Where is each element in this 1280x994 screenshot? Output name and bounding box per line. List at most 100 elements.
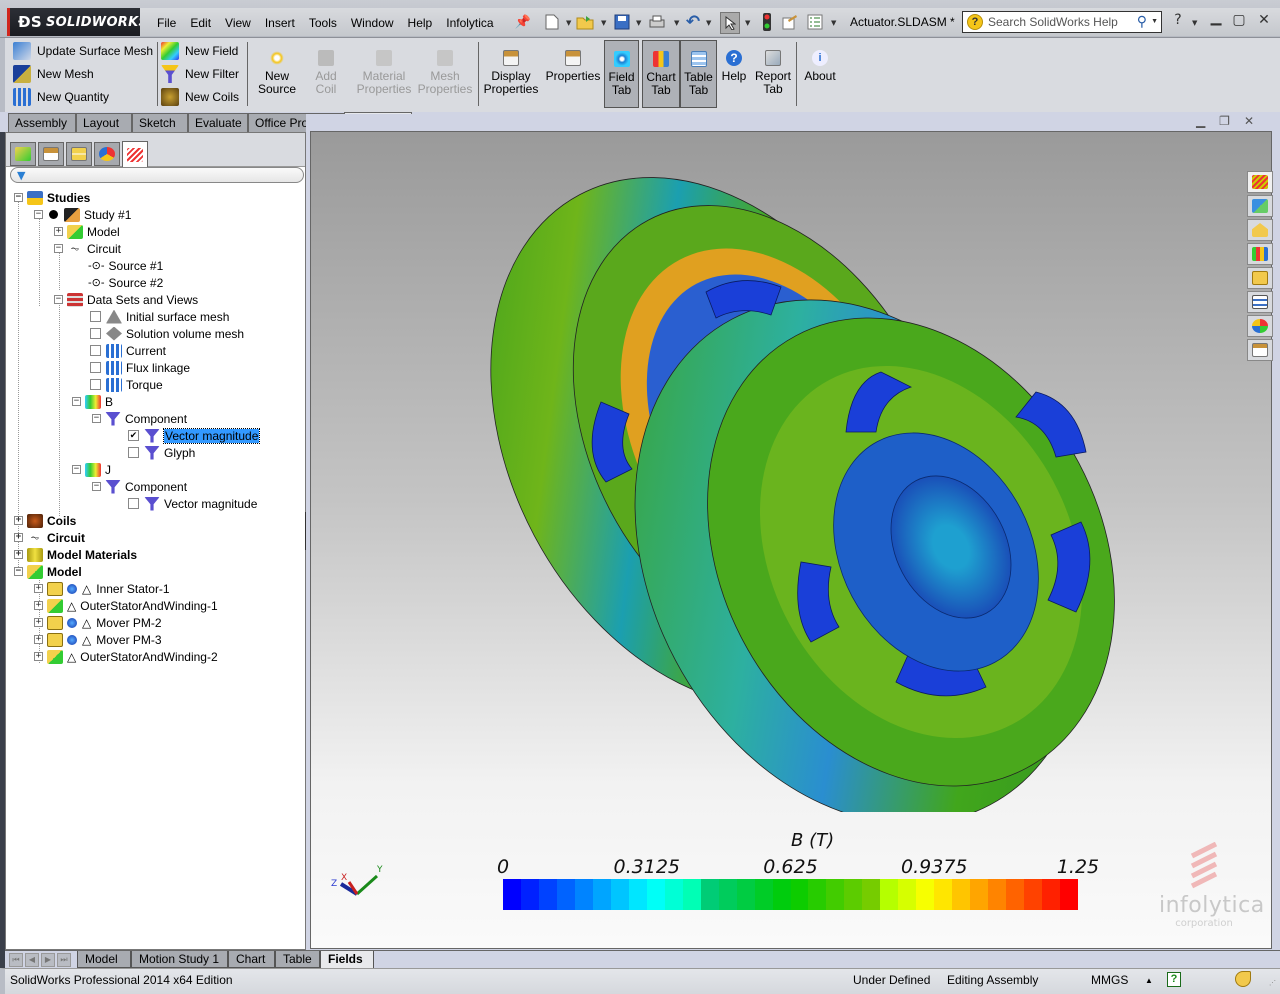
doc-close-icon[interactable]: ✕ [1244,114,1254,128]
custom-properties-button[interactable] [1247,339,1273,361]
resize-grip-icon[interactable]: ⋰ [1269,979,1276,987]
tree-node-source-1[interactable]: -⊙- Source #1 [88,257,163,274]
tree-node-solution-volume-mesh[interactable]: Solution volume mesh [90,325,244,342]
menu-view[interactable]: View [218,14,258,32]
visibility-checkbox[interactable] [90,345,101,356]
expand-icon[interactable]: + [34,618,43,627]
new-dropdown-icon[interactable]: ▼ [566,19,571,27]
print-icon[interactable] [648,13,666,31]
new-coils-button[interactable]: New Coils [161,87,239,107]
visibility-checkbox[interactable] [90,379,101,390]
open-folder-icon[interactable] [576,13,594,31]
file-properties-icon[interactable] [781,13,799,31]
tree-node-study-1[interactable]: − Study #1 [34,206,131,223]
tab-layout[interactable]: Layout [76,113,132,132]
tab-sketch[interactable]: Sketch [132,113,188,132]
visibility-checkbox[interactable] [90,362,101,373]
tree-node-source-2[interactable]: -⊙- Source #2 [88,274,163,291]
rebuild-traffic-light-icon[interactable] [758,13,776,31]
select-arrow-icon[interactable] [720,12,740,34]
help-search-box[interactable]: ? Search SolidWorks Help ⚲ ▼ [962,11,1162,33]
bottom-tab-chart[interactable]: Chart [228,951,275,968]
collapse-icon[interactable]: − [72,397,81,406]
tree-node-model-top[interactable]: − Model [14,563,82,580]
quick-tips-help-icon[interactable]: ? [1167,972,1181,987]
status-units[interactable]: MMGS [1091,973,1128,987]
view-palette-button[interactable] [1247,291,1273,313]
tree-node-circuit[interactable]: − ⏦ Circuit [54,240,121,257]
tree-node-circuit-top[interactable]: + ⏦ Circuit [14,529,85,546]
appearances-button[interactable] [1247,315,1273,337]
open-dropdown-icon[interactable]: ▼ [601,19,606,27]
new-filter-button[interactable]: New Filter [161,64,239,84]
expand-icon[interactable]: + [34,635,43,644]
bottom-tab-fields[interactable]: Fields [320,951,374,969]
options-dropdown-icon[interactable]: ▼ [831,19,836,27]
tree-node-j-component[interactable]: − Component [92,478,187,495]
first-tab-icon[interactable]: ⏮ [9,953,23,967]
collapse-icon[interactable]: − [14,567,23,576]
select-dropdown-icon[interactable]: ▼ [745,19,750,27]
about-button[interactable]: i About [801,40,839,108]
tab-assembly[interactable]: Assembly [8,113,76,132]
tree-node-b-field[interactable]: − B [72,393,113,410]
options-icon[interactable] [806,13,824,31]
minimize-icon[interactable]: ▁ [1206,10,1226,26]
expand-icon[interactable]: + [34,652,43,661]
chart-tab-button[interactable]: Chart Tab [642,40,680,108]
menu-infolytica[interactable]: Infolytica [439,14,500,32]
menu-file[interactable]: File [150,14,183,32]
tree-node-coils[interactable]: + Coils [14,512,76,529]
report-tab-button[interactable]: Report Tab [753,40,793,108]
feature-manager-tab[interactable] [10,142,36,166]
display-properties-button[interactable]: Display Properties [482,40,540,108]
undo-icon[interactable]: ↶ [684,12,702,32]
pin-icon[interactable]: 📌 [514,13,532,31]
menu-tools[interactable]: Tools [302,14,344,32]
doc-minimize-icon[interactable]: ▁ [1196,114,1205,128]
tree-node-initial-surface-mesh[interactable]: Initial surface mesh [90,308,229,325]
new-source-button[interactable]: New Source [255,40,299,108]
tree-node-part[interactable]: + △ Mover PM-2 [34,614,162,631]
units-up-arrow-icon[interactable]: ▲ [1145,976,1153,985]
save-icon[interactable] [613,13,631,31]
collapse-icon[interactable]: − [54,295,63,304]
maximize-icon[interactable]: ▢ [1229,12,1249,28]
solidworks-logo[interactable]: ƉS SOLIDWORKS [7,8,148,36]
update-surface-mesh-button[interactable]: Update Surface Mesh [13,41,153,61]
collapse-icon[interactable]: − [92,482,101,491]
menu-window[interactable]: Window [344,14,401,32]
tree-node-studies[interactable]: − Studies [14,189,90,206]
tree-node-j-vector-magnitude[interactable]: Vector magnitude [128,495,257,512]
visibility-checkbox-checked[interactable]: ✔ [128,430,139,441]
tree-node-model[interactable]: + Model [54,223,120,240]
visibility-checkbox[interactable] [90,311,101,322]
actuator-field-model[interactable] [481,142,1141,812]
expand-icon[interactable]: + [14,533,23,542]
tree-node-flux-linkage[interactable]: Flux linkage [90,359,190,376]
configuration-manager-tab[interactable] [66,142,92,166]
expand-icon[interactable]: + [34,601,43,610]
display-manager-tab[interactable] [94,142,120,166]
tree-node-torque[interactable]: Torque [90,376,163,393]
next-tab-icon[interactable]: ▶ [41,953,55,967]
undo-dropdown-icon[interactable]: ▼ [706,19,711,27]
tree-node-j-field[interactable]: − J [72,461,111,478]
collapse-icon[interactable]: − [92,414,101,423]
tree-node-part[interactable]: + △ Mover PM-3 [34,631,162,648]
menu-help[interactable]: Help [401,14,440,32]
expand-icon[interactable]: + [14,516,23,525]
save-dropdown-icon[interactable]: ▼ [636,19,641,27]
file-explorer-button[interactable] [1247,267,1273,289]
collapse-icon[interactable]: − [34,210,43,219]
help-button[interactable]: ? Help [719,40,749,108]
new-field-button[interactable]: New Field [161,41,238,61]
tree-node-part[interactable]: + △ Inner Stator-1 [34,580,170,597]
search-icon[interactable]: ⚲ [1137,13,1147,30]
collapse-icon[interactable]: − [72,465,81,474]
doc-restore-icon[interactable]: ❐ [1219,114,1230,128]
close-icon[interactable]: ✕ [1254,12,1274,28]
properties-button[interactable]: Properties [544,40,602,108]
menu-edit[interactable]: Edit [183,14,218,32]
prev-tab-icon[interactable]: ◀ [25,953,39,967]
